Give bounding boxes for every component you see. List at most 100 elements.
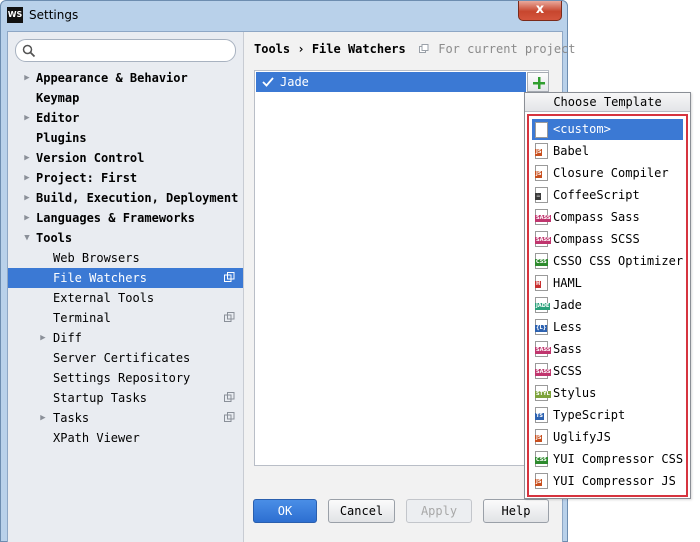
template-item[interactable]: JS Babel — [529, 140, 686, 162]
template-item[interactable]: SASS SCSS — [529, 360, 686, 382]
template-item-label: Jade — [553, 298, 582, 312]
template-item-label: Sass — [553, 342, 582, 356]
search-input[interactable] — [40, 42, 230, 59]
collapsed-arrow-icon[interactable]: ▶ — [22, 208, 32, 228]
tree-item[interactable]: ▶ Appearance & Behavior — [8, 68, 243, 88]
file-type-tag: JS — [535, 171, 543, 178]
close-button[interactable]: x — [518, 1, 562, 21]
template-item[interactable]: CSS YUI Compressor CSS — [529, 448, 686, 470]
project-scope-hint: For current project — [438, 42, 576, 56]
tree-item[interactable]: XPath Viewer — [8, 428, 243, 448]
collapsed-arrow-icon[interactable]: ▶ — [38, 408, 48, 428]
tree-item-label: External Tools — [53, 291, 155, 305]
tree-item[interactable]: Settings Repository — [8, 368, 243, 388]
file-type-tag: SASS — [535, 215, 552, 222]
settings-tree-panel: ▶ Appearance & Behavior Keymap ▶ Editor Plugi… — [8, 32, 244, 542]
template-item[interactable]: JADE Jade — [529, 294, 686, 316]
tree-item[interactable]: Server Certificates — [8, 348, 243, 368]
settings-tree: ▶ Appearance & Behavior Keymap ▶ Editor Plugi… — [8, 68, 243, 448]
sass-file-icon: SASS — [535, 363, 552, 379]
add-watcher-button[interactable] — [527, 72, 549, 92]
collapsed-arrow-icon[interactable]: ▶ — [22, 148, 32, 168]
tree-item[interactable]: External Tools — [8, 288, 243, 308]
project-level-icon — [224, 272, 235, 282]
help-button[interactable]: Help — [483, 499, 549, 523]
template-item-label: Babel — [553, 144, 590, 158]
collapsed-arrow-icon[interactable]: ▶ — [38, 328, 48, 348]
tree-item[interactable]: Terminal — [8, 308, 243, 328]
cancel-button[interactable]: Cancel — [328, 499, 395, 523]
template-item[interactable]: JS YUI Compressor JS — [529, 470, 686, 492]
tree-item[interactable]: ▶ Version Control — [8, 148, 243, 168]
template-item[interactable]: {L} Less — [529, 316, 686, 338]
template-item[interactable]: CSS CSSO CSS Optimizer — [529, 250, 686, 272]
haml-file-icon: H — [535, 275, 548, 291]
file-type-tag: H — [535, 281, 542, 288]
tree-item[interactable]: ▶ Languages & Frameworks — [8, 208, 243, 228]
tree-item-label: Web Browsers — [53, 251, 140, 265]
collapsed-arrow-icon[interactable]: ▶ — [22, 108, 32, 128]
template-item[interactable]: TS TypeScript — [529, 404, 686, 426]
file-type-tag: JS — [535, 435, 543, 442]
title-bar[interactable]: WS Settings x — [1, 1, 567, 31]
project-level-icon — [224, 392, 235, 402]
tree-item[interactable]: ▶ Editor — [8, 108, 243, 128]
template-item[interactable]: H HAML — [529, 272, 686, 294]
template-item[interactable]: <custom> — [532, 119, 683, 140]
tree-item[interactable]: ▶ Project: First — [8, 168, 243, 188]
watchers-list[interactable]: Jade — [254, 70, 549, 466]
file-type-tag: TS — [535, 413, 545, 420]
breadcrumb-separator: › — [297, 42, 305, 56]
file-type-tag: JADE — [535, 303, 551, 310]
file-type-tag: SASS — [535, 347, 552, 354]
tree-item-label: Diff — [53, 331, 82, 345]
template-list[interactable]: <custom> JS Babel JS Closure Compiler ☕ Coffee… — [527, 114, 688, 497]
collapsed-arrow-icon[interactable]: ▶ — [22, 68, 32, 88]
template-item-label: CSSO CSS Optimizer — [553, 254, 684, 268]
coffee-file-icon: ☕ — [535, 187, 548, 203]
apply-button[interactable]: Apply — [406, 499, 472, 523]
tree-item[interactable]: File Watchers — [8, 268, 243, 288]
tree-item[interactable]: ▶ Build, Execution, Deployment — [8, 188, 243, 208]
sass-file-icon: SASS — [535, 341, 552, 357]
tree-item[interactable]: ▶ Diff — [8, 328, 243, 348]
tree-item[interactable]: Startup Tasks — [8, 388, 243, 408]
template-item[interactable]: ☕ CoffeeScript — [529, 184, 686, 206]
tree-item-label: Editor — [36, 111, 80, 125]
tree-item[interactable]: ▶ Tasks — [8, 408, 243, 428]
template-item[interactable]: STYL Stylus — [529, 382, 686, 404]
template-item-label: Closure Compiler — [553, 166, 669, 180]
tree-item[interactable]: Plugins — [8, 128, 243, 148]
tree-item-label: Terminal — [53, 311, 111, 325]
file-type-tag: CSS — [535, 457, 548, 464]
choose-template-popup: Choose Template <custom> JS Babel JS Closure… — [524, 92, 691, 499]
tree-item-label: Startup Tasks — [53, 391, 147, 405]
template-item[interactable]: JS Closure Compiler — [529, 162, 686, 184]
template-item-label: CoffeeScript — [553, 188, 640, 202]
template-item[interactable]: SASS Compass SCSS — [529, 228, 686, 250]
template-item[interactable]: JS UglifyJS — [529, 426, 686, 448]
template-item[interactable]: SASS Compass Sass — [529, 206, 686, 228]
tree-item[interactable]: Web Browsers — [8, 248, 243, 268]
collapsed-arrow-icon[interactable]: ▶ — [22, 188, 32, 208]
tree-item-label: Project: First — [36, 171, 138, 185]
file-type-tag: STYL — [535, 391, 551, 398]
template-item-label: HAML — [553, 276, 582, 290]
project-level-icon — [224, 412, 235, 422]
search-box[interactable] — [15, 39, 236, 62]
ok-button[interactable]: OK — [253, 499, 317, 523]
tree-item[interactable]: ▼ Tools — [8, 228, 243, 248]
tree-item[interactable]: Keymap — [8, 88, 243, 108]
collapsed-arrow-icon[interactable]: ▶ — [22, 168, 32, 188]
checkbox-checked-icon[interactable] — [261, 75, 275, 89]
tree-item-label: Version Control — [36, 151, 145, 165]
file-type-tag: SASS — [535, 369, 552, 376]
template-item-label: YUI Compressor CSS — [553, 452, 684, 466]
expanded-arrow-icon[interactable]: ▼ — [22, 228, 32, 248]
template-item-label: Compass Sass — [553, 210, 640, 224]
tree-item-label: Keymap — [36, 91, 80, 105]
tree-item-label: Tasks — [53, 411, 90, 425]
template-item-label: SCSS — [553, 364, 582, 378]
template-item[interactable]: SASS Sass — [529, 338, 686, 360]
watcher-row-jade[interactable]: Jade — [256, 72, 526, 92]
